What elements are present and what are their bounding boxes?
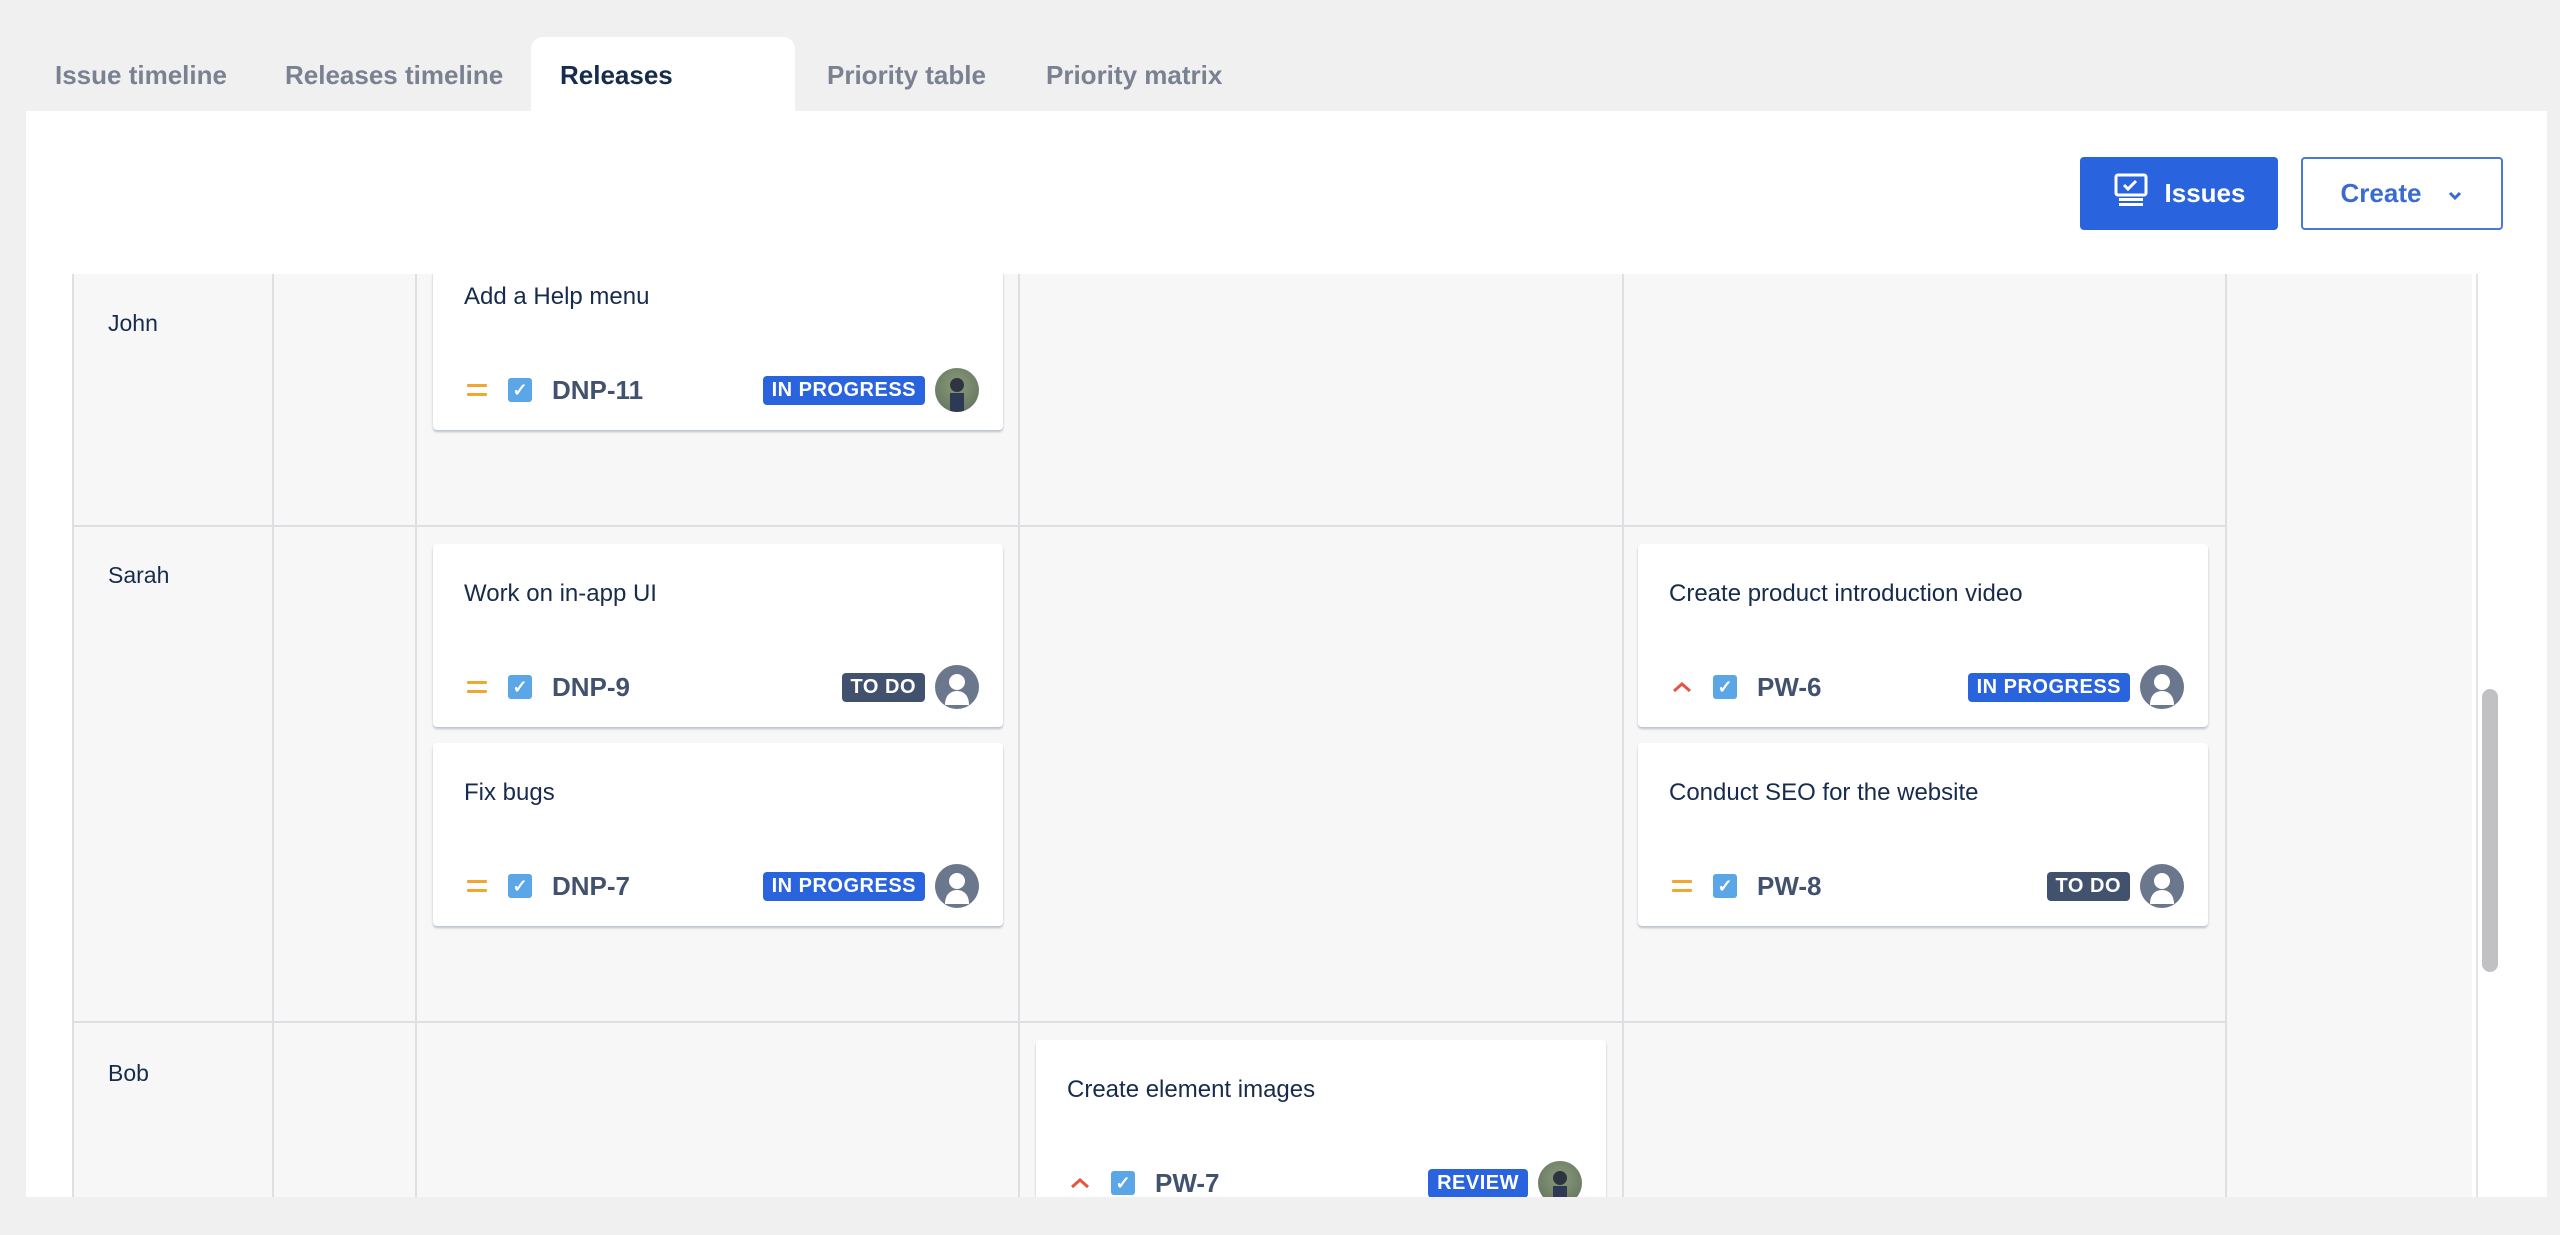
card-title: Conduct SEO for the website <box>1669 779 1979 806</box>
default-avatar-icon[interactable] <box>935 665 979 709</box>
column-divider <box>1018 274 1020 1197</box>
task-checkbox-icon: ✓ <box>1713 675 1737 699</box>
tab-priority-table[interactable]: Priority table <box>798 37 1015 111</box>
task-checkbox-icon: ✓ <box>1713 874 1737 898</box>
medium-priority-icon <box>464 875 490 897</box>
kanban-board: John Sarah Bob Add a Help menu ✓ DNP-11 … <box>72 274 2472 1197</box>
create-button[interactable]: Create <box>2301 157 2503 230</box>
tab-issue-timeline[interactable]: Issue timeline <box>26 37 256 111</box>
issue-card[interactable]: Fix bugs ✓ DNP-7 IN PROGRESS <box>433 743 1003 926</box>
column-divider <box>72 274 74 1197</box>
column-divider <box>2225 274 2227 1197</box>
high-priority-icon <box>1067 1172 1093 1194</box>
card-title: Create product introduction video <box>1669 580 2023 607</box>
issues-button[interactable]: Issues <box>2080 157 2278 230</box>
default-avatar-icon[interactable] <box>2140 665 2184 709</box>
task-checkbox-icon: ✓ <box>508 874 532 898</box>
issue-key[interactable]: DNP-7 <box>552 871 630 902</box>
status-badge: IN PROGRESS <box>762 375 925 405</box>
card-title: Add a Help menu <box>464 283 650 310</box>
status-badge: IN PROGRESS <box>1967 672 2130 702</box>
issue-key[interactable]: DNP-9 <box>552 672 630 703</box>
row-divider <box>72 1021 2226 1023</box>
scrollbar-track[interactable] <box>2476 274 2478 1197</box>
chevron-down-icon <box>2447 178 2463 209</box>
default-avatar-icon[interactable] <box>2140 864 2184 908</box>
tab-priority-matrix[interactable]: Priority matrix <box>1017 37 1251 111</box>
card-title: Work on in-app UI <box>464 580 657 607</box>
status-badge: TO DO <box>841 672 925 702</box>
status-badge: TO DO <box>2046 871 2130 901</box>
row-label-john: John <box>108 310 158 336</box>
default-avatar-icon[interactable] <box>935 864 979 908</box>
issue-key[interactable]: PW-8 <box>1757 871 1821 902</box>
row-label-bob: Bob <box>108 1060 149 1086</box>
card-title: Create element images <box>1067 1076 1316 1103</box>
create-label: Create <box>2340 178 2422 208</box>
card-title: Fix bugs <box>464 779 555 806</box>
row-label-sarah: Sarah <box>108 562 170 588</box>
column-divider <box>272 274 274 1197</box>
issue-key[interactable]: DNP-11 <box>552 375 643 406</box>
row-divider <box>72 525 2226 527</box>
medium-priority-icon <box>464 379 490 401</box>
issue-card[interactable]: Work on in-app UI ✓ DNP-9 TO DO <box>433 544 1003 727</box>
issues-label: Issues <box>2164 178 2246 208</box>
issue-card[interactable]: Create element images ✓ PW-7 REVIEW <box>1036 1040 1606 1197</box>
task-checkbox-icon: ✓ <box>1111 1171 1135 1195</box>
task-checkbox-icon: ✓ <box>508 675 532 699</box>
column-divider <box>415 274 417 1197</box>
assignee-avatar[interactable] <box>1538 1161 1582 1197</box>
scrollbar-thumb[interactable] <box>2482 689 2498 972</box>
column-divider <box>1622 274 1624 1197</box>
medium-priority-icon <box>1669 875 1695 897</box>
issue-card[interactable]: Conduct SEO for the website ✓ PW-8 TO DO <box>1638 743 2208 926</box>
issue-card[interactable]: Add a Help menu ✓ DNP-11 IN PROGRESS <box>433 274 1003 430</box>
high-priority-icon <box>1669 676 1695 698</box>
issue-key[interactable]: PW-7 <box>1155 1168 1219 1198</box>
tab-releases-timeline[interactable]: Releases timeline <box>256 37 532 111</box>
medium-priority-icon <box>464 676 490 698</box>
task-checkbox-icon: ✓ <box>508 378 532 402</box>
tab-releases-kanban[interactable]: Releases kanban <box>531 37 795 166</box>
issue-key[interactable]: PW-6 <box>1757 672 1821 703</box>
assignee-avatar[interactable] <box>935 368 979 412</box>
status-badge: IN PROGRESS <box>762 871 925 901</box>
monitor-check-icon <box>2113 172 2149 215</box>
issue-card[interactable]: Create product introduction video ✓ PW-6… <box>1638 544 2208 727</box>
status-badge: REVIEW <box>1428 1168 1528 1197</box>
